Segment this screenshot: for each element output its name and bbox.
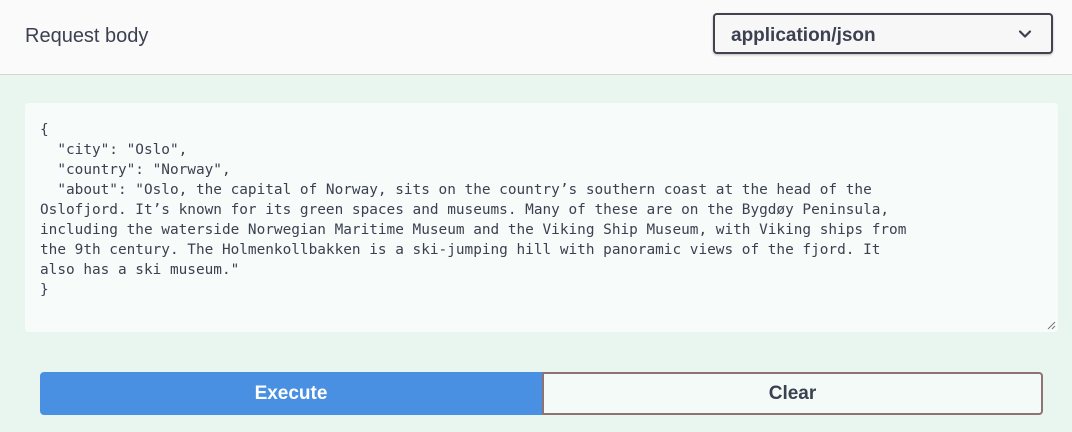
request-body-title: Request body (25, 25, 149, 47)
request-body-editor[interactable]: { "city": "Oslo", "country": "Norway", "… (25, 103, 1058, 332)
request-body-json[interactable]: { "city": "Oslo", "country": "Norway", "… (40, 120, 1050, 300)
request-body-header: Request body application/json (0, 0, 1072, 75)
clear-button[interactable]: Clear (542, 372, 1043, 415)
execute-button[interactable]: Execute (40, 372, 542, 415)
chevron-down-icon (1018, 30, 1032, 38)
request-body-panel: Request body application/json { "city": … (0, 0, 1072, 432)
content-type-value: application/json (731, 25, 876, 46)
content-type-select[interactable]: application/json (713, 13, 1053, 54)
resize-handle-icon[interactable] (1046, 320, 1056, 330)
